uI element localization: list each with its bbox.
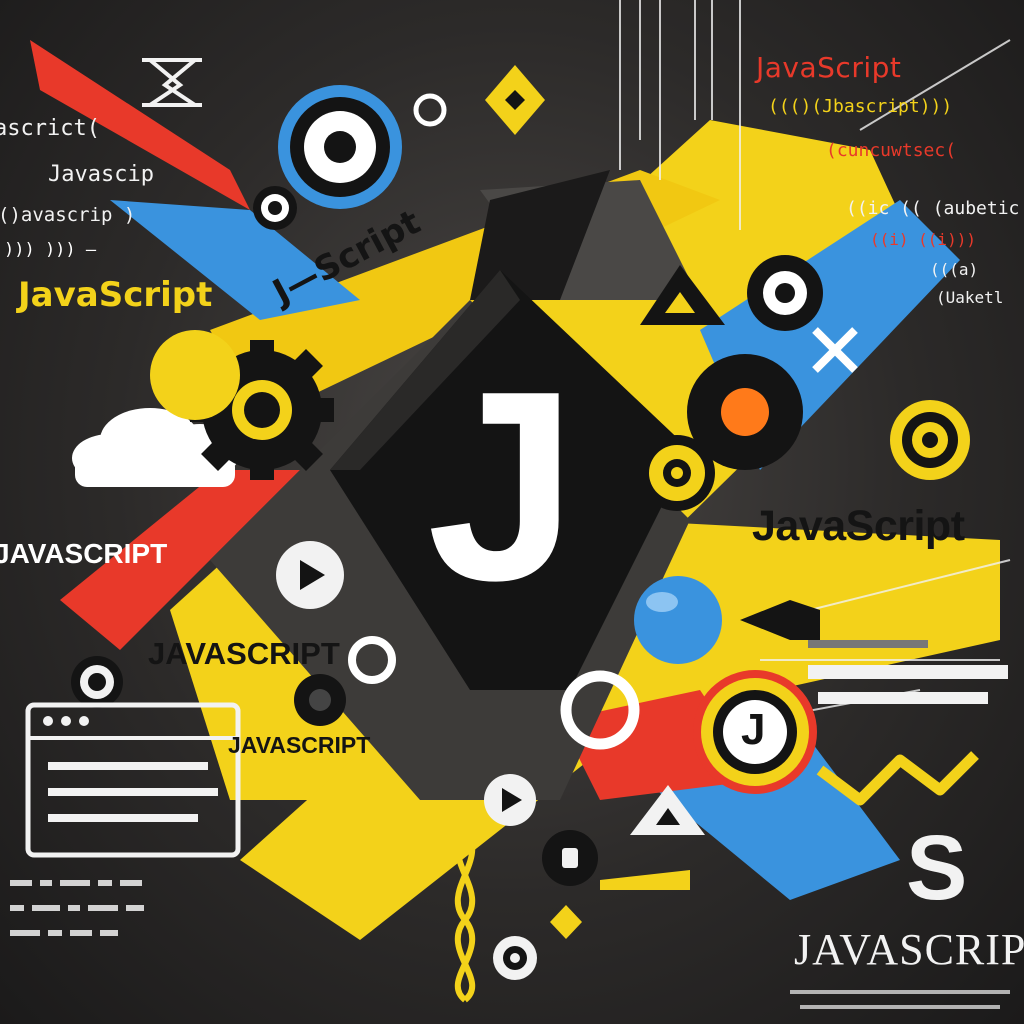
target-icon-dark	[294, 674, 346, 726]
target-icon-yellow-right	[890, 400, 970, 480]
target-icon-small	[253, 186, 297, 230]
javascript-label-white: JAVASCRIPT	[0, 538, 168, 569]
target-icon-bottom	[493, 936, 537, 980]
target-icon-left	[71, 656, 123, 708]
javascript-label-small: JAVASCRIPT	[228, 732, 371, 758]
code-snippet-right-6: (Uaketl	[936, 288, 1004, 307]
hourglass-icon	[142, 58, 202, 107]
chip-icon	[542, 830, 598, 886]
sphere-icon	[634, 576, 722, 664]
javascript-label-bottom: JAVASCRIPT	[794, 925, 1024, 974]
play-icon-bottom	[484, 774, 536, 826]
big-s-letter: S	[906, 817, 968, 919]
target-icon-mid	[639, 435, 715, 511]
dot-rows-right	[790, 990, 1010, 1009]
dot-rows	[10, 880, 144, 936]
diamond-icon	[485, 65, 545, 135]
javascript-label-black: JavaScript	[752, 502, 965, 550]
code-snippet-right-5: (((a)	[930, 260, 979, 279]
javascript-label-center: JAVASCRIPT	[148, 636, 340, 671]
code-snippet-right-4: ((i) ((i)))	[870, 230, 976, 249]
code-snippet-left-1: ascrict(	[0, 116, 100, 141]
target-icon-blue	[278, 85, 402, 209]
yellow-bar-bottom	[600, 870, 690, 890]
diamond-icon-bottom	[550, 905, 582, 939]
javascript-label-yellow: JavaScript	[18, 275, 213, 315]
browser-window-icon	[25, 702, 241, 858]
target-icon-right	[747, 255, 823, 331]
wave-icon	[816, 751, 979, 806]
code-snippet-left-3: ()avascrip )	[0, 204, 136, 226]
code-snippet-right-1: ((()(Jbascript)))	[768, 96, 953, 117]
code-snippet-right-2: (cuncuwtsec(	[826, 140, 957, 161]
coin-j-letter: J	[741, 705, 766, 754]
logo-j-letter: J	[426, 336, 578, 637]
javascript-label-red: JavaScript	[756, 51, 902, 84]
ring-icon-top	[413, 93, 447, 127]
play-icon	[276, 541, 344, 609]
code-snippet-left-4: ))) ))) —	[4, 240, 97, 260]
yellow-ball-left	[150, 330, 240, 420]
code-snippet-left-2: Javascip	[48, 162, 154, 187]
code-snippet-right-3: ((ic (( (aubetic	[846, 198, 1020, 219]
